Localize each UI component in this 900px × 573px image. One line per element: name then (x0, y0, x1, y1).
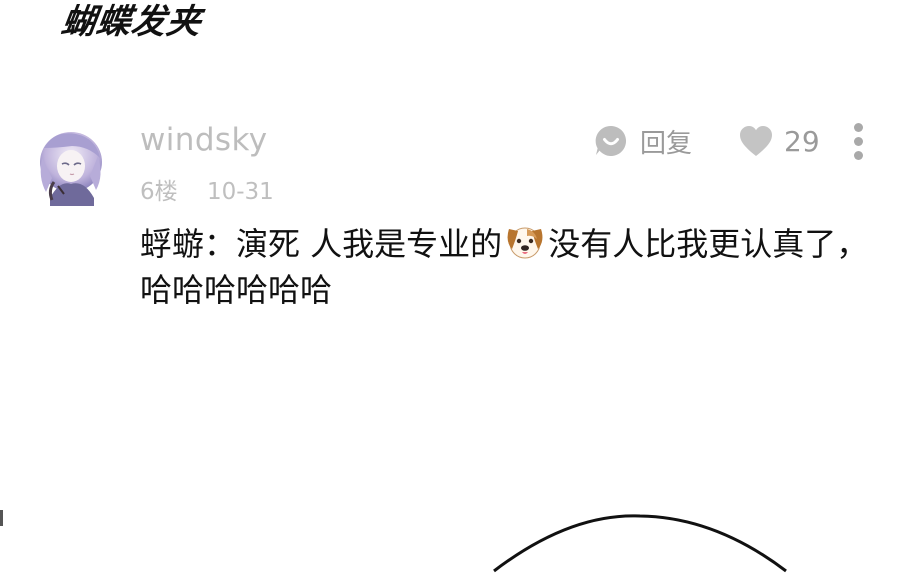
comment-date: 10-31 (206, 179, 274, 205)
comment-text-start: 蜉蝣：演死 人我是专业的 (140, 225, 503, 263)
speech-bubble-outline (493, 514, 787, 573)
like-button[interactable]: 29 (738, 121, 820, 161)
vertical-ellipsis-icon[interactable] (844, 121, 874, 161)
comment-meta: 6楼 10-31 (140, 172, 274, 206)
speech-bubble-icon (595, 125, 627, 156)
user-avatar[interactable] (36, 128, 106, 206)
comment-actions: 回复 29 (594, 121, 878, 161)
comment-text: 蜉蝣：演死 人我是专业的 没有人比我更认真了，哈哈哈哈哈哈 (140, 221, 870, 313)
page-title: 蝴蝶发夹 (58, 2, 205, 42)
username[interactable]: windsky (140, 122, 267, 158)
floor-number: 6楼 (140, 179, 178, 205)
reply-button[interactable]: 回复 (594, 121, 692, 161)
heart-icon (740, 126, 772, 156)
dog-face-icon (507, 227, 543, 259)
like-count: 29 (784, 124, 820, 158)
reply-label: 回复 (640, 128, 693, 159)
scroll-indicator (0, 510, 3, 526)
